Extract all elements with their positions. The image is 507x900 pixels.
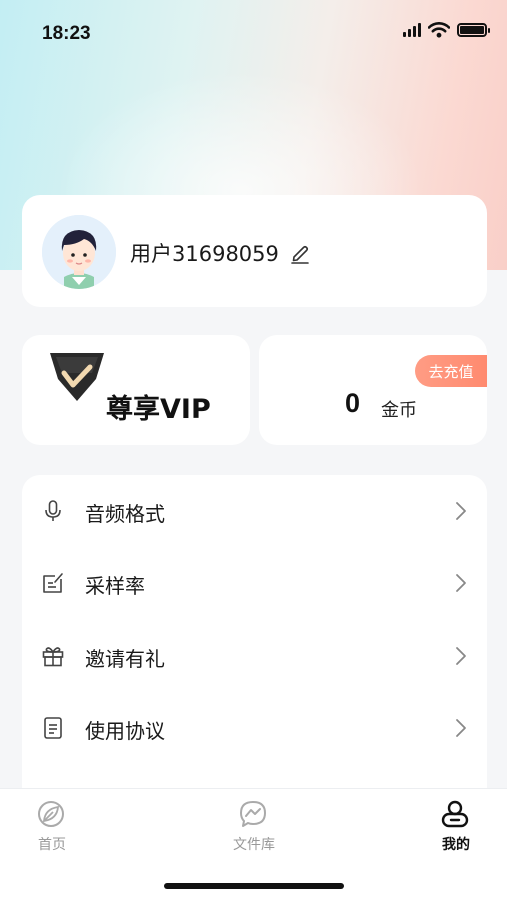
vip-label: 尊享VIP	[106, 394, 211, 425]
microphone-icon	[45, 500, 61, 521]
gift-icon	[42, 647, 64, 667]
messenger-icon	[240, 801, 266, 827]
settings-menu: 音频格式 采样率 邀请有礼 使用协议	[22, 475, 487, 805]
status-bar: 18:23	[0, 0, 507, 68]
profile-card[interactable]: 用户31698059	[22, 195, 487, 307]
tab-label: 文件库	[233, 837, 275, 853]
document-icon	[44, 717, 62, 739]
vip-diamond-icon	[50, 353, 104, 401]
edit-document-icon	[43, 573, 63, 593]
username[interactable]: 用户31698059	[130, 238, 311, 268]
profile-icon	[441, 800, 469, 828]
avatar[interactable]	[42, 215, 116, 289]
menu-item-sample-rate[interactable]: 采样率	[22, 547, 487, 619]
battery-icon	[457, 23, 490, 37]
coin-balance: 0	[345, 388, 361, 418]
status-icons	[403, 22, 490, 38]
menu-label: 邀请有礼	[85, 647, 165, 671]
chevron-right-icon	[456, 502, 466, 520]
chevron-right-icon	[456, 647, 466, 665]
menu-item-invite-reward[interactable]: 邀请有礼	[22, 620, 487, 692]
menu-item-audio-format[interactable]: 音频格式	[22, 475, 487, 547]
tab-label: 首页	[38, 837, 66, 853]
pencil-icon[interactable]	[289, 242, 311, 264]
username-text: 用户31698059	[130, 242, 279, 266]
status-time: 18:23	[42, 23, 91, 44]
chevron-right-icon	[456, 574, 466, 592]
home-leaf-icon	[38, 801, 64, 827]
coin-card: 去充值 0 金币	[259, 335, 487, 445]
tab-label: 我的	[442, 837, 470, 853]
cellular-signal-icon	[403, 23, 421, 37]
menu-item-user-agreement[interactable]: 使用协议	[22, 692, 487, 764]
tab-home[interactable]: 首页	[0, 789, 112, 869]
recharge-button[interactable]: 去充值	[415, 355, 487, 387]
chevron-right-icon	[456, 719, 466, 737]
menu-label: 使用协议	[85, 719, 165, 743]
coin-unit-label: 金币	[381, 400, 417, 421]
wifi-icon	[428, 22, 450, 38]
home-indicator[interactable]	[164, 883, 344, 889]
vip-card[interactable]: 尊享VIP	[22, 335, 250, 445]
tab-file-library[interactable]: 文件库	[194, 789, 314, 869]
menu-label: 采样率	[85, 574, 145, 598]
tab-mine[interactable]: 我的	[396, 789, 507, 869]
menu-label: 音频格式	[85, 502, 165, 526]
